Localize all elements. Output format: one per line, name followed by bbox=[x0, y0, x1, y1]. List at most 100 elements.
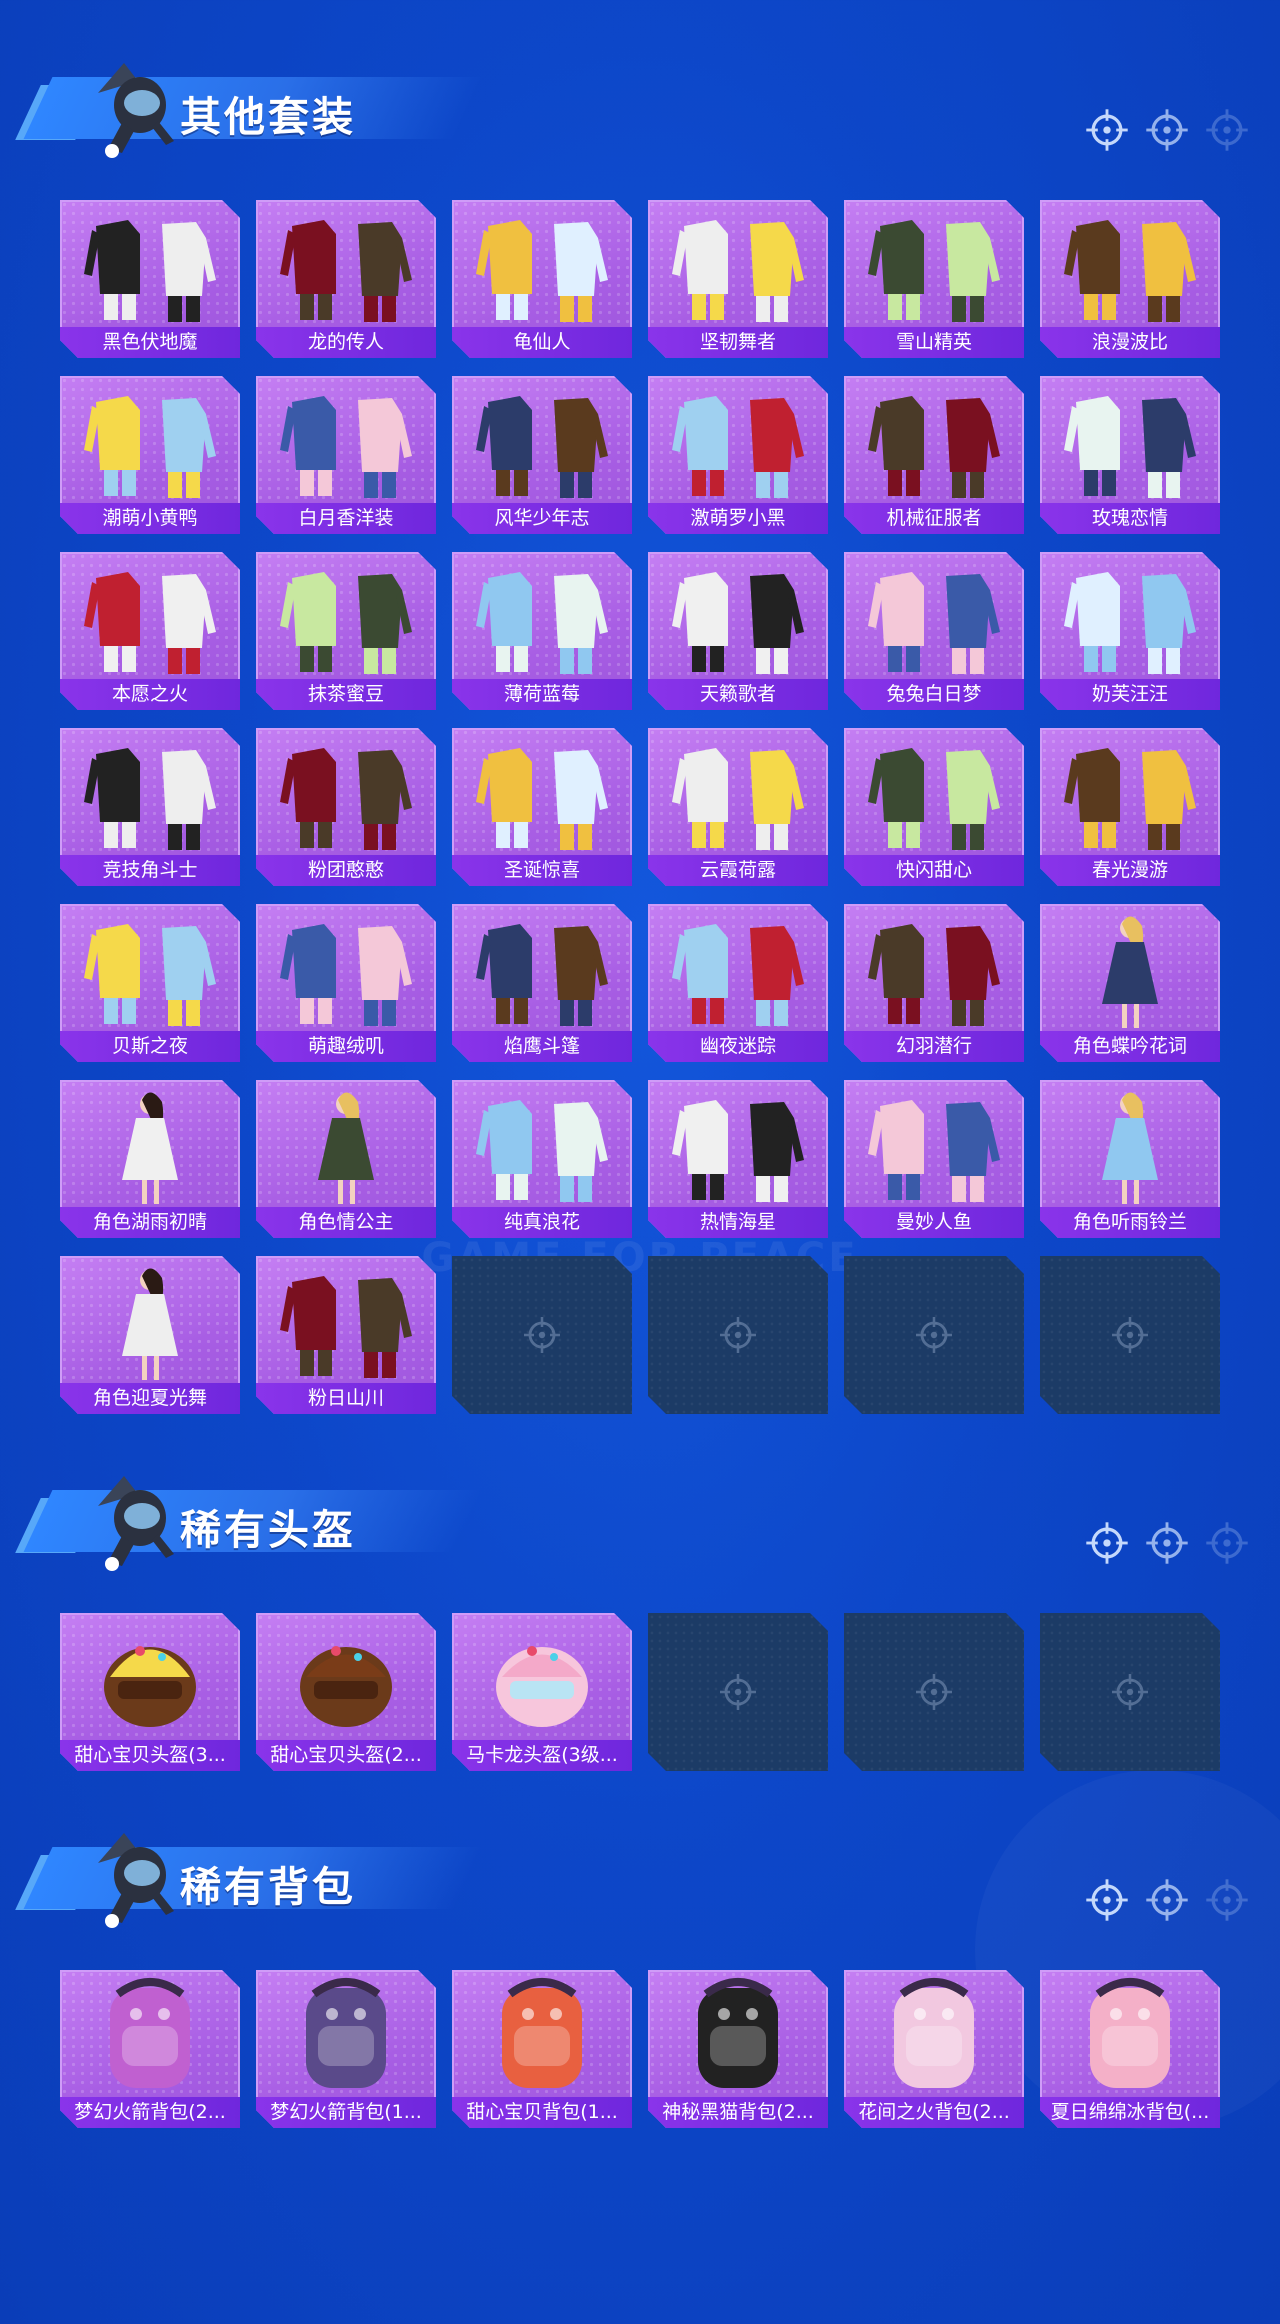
character-icon bbox=[1050, 1084, 1210, 1206]
item-name: 龟仙人 bbox=[452, 327, 632, 358]
item-card[interactable]: 天籁歌者 bbox=[648, 552, 828, 710]
item-card[interactable]: 甜心宝贝头盔(2... bbox=[256, 1613, 436, 1771]
item-card[interactable]: 角色湖雨初晴 bbox=[60, 1080, 240, 1238]
item-card[interactable]: 兔兔白日梦 bbox=[844, 552, 1024, 710]
empty-slot bbox=[452, 1256, 632, 1414]
item-card[interactable]: 曼妙人鱼 bbox=[844, 1080, 1024, 1238]
crosshair-icon bbox=[1144, 1877, 1190, 1923]
item-card[interactable]: 角色蝶吟花词 bbox=[1040, 904, 1220, 1062]
item-card[interactable]: 龟仙人 bbox=[452, 200, 632, 358]
empty-slot bbox=[648, 1256, 828, 1414]
item-name: 角色迎夏光舞 bbox=[60, 1383, 240, 1414]
item-name: 萌趣绒叽 bbox=[256, 1031, 436, 1062]
mascot-icon bbox=[78, 1466, 188, 1576]
character-icon bbox=[266, 1084, 426, 1206]
helmet-icon bbox=[70, 1617, 230, 1739]
item-card[interactable]: 热情海星 bbox=[648, 1080, 828, 1238]
item-card[interactable]: 竞技角斗士 bbox=[60, 728, 240, 886]
item-card[interactable]: 神秘黑猫背包(2... bbox=[648, 1970, 828, 2128]
item-card[interactable]: 角色情公主 bbox=[256, 1080, 436, 1238]
item-name: 风华少年志 bbox=[452, 503, 632, 534]
item-card[interactable]: 云霞荷露 bbox=[648, 728, 828, 886]
outfit-icon bbox=[854, 204, 1014, 326]
outfit-icon bbox=[266, 908, 426, 1030]
item-card[interactable]: 花间之火背包(2... bbox=[844, 1970, 1024, 2128]
backpack-icon bbox=[1050, 1974, 1210, 2096]
item-name: 幻羽潜行 bbox=[844, 1031, 1024, 1062]
crosshair-icon bbox=[718, 1672, 758, 1712]
item-card[interactable]: 幻羽潜行 bbox=[844, 904, 1024, 1062]
item-name: 角色湖雨初晴 bbox=[60, 1207, 240, 1238]
section-header: 其他套装 bbox=[15, 45, 1278, 165]
item-card[interactable]: 角色迎夏光舞 bbox=[60, 1256, 240, 1414]
item-card[interactable]: 奶芙汪汪 bbox=[1040, 552, 1220, 710]
outfit-icon bbox=[70, 732, 230, 854]
outfit-icon bbox=[70, 204, 230, 326]
item-card[interactable]: 玫瑰恋情 bbox=[1040, 376, 1220, 534]
item-card[interactable]: 浪漫波比 bbox=[1040, 200, 1220, 358]
item-card[interactable]: 春光漫游 bbox=[1040, 728, 1220, 886]
item-card[interactable]: 萌趣绒叽 bbox=[256, 904, 436, 1062]
item-card[interactable]: 贝斯之夜 bbox=[60, 904, 240, 1062]
outfit-icon bbox=[854, 556, 1014, 678]
item-card[interactable]: 梦幻火箭背包(2... bbox=[60, 1970, 240, 2128]
item-card[interactable]: 机械征服者 bbox=[844, 376, 1024, 534]
item-card[interactable]: 幽夜迷踪 bbox=[648, 904, 828, 1062]
item-card[interactable]: 抹茶蜜豆 bbox=[256, 552, 436, 710]
item-card[interactable]: 纯真浪花 bbox=[452, 1080, 632, 1238]
outfit-icon bbox=[266, 1260, 426, 1382]
item-card[interactable]: 坚韧舞者 bbox=[648, 200, 828, 358]
item-card[interactable]: 雪山精英 bbox=[844, 200, 1024, 358]
item-card[interactable]: 圣诞惊喜 bbox=[452, 728, 632, 886]
outfit-icon bbox=[658, 1084, 818, 1206]
item-card[interactable]: 粉日山川 bbox=[256, 1256, 436, 1414]
crosshair-icon bbox=[914, 1672, 954, 1712]
item-name: 抹茶蜜豆 bbox=[256, 679, 436, 710]
item-card[interactable]: 甜心宝贝背包(1... bbox=[452, 1970, 632, 2128]
item-card[interactable]: 夏日绵绵冰背包(... bbox=[1040, 1970, 1220, 2128]
item-card[interactable]: 粉团憨憨 bbox=[256, 728, 436, 886]
item-card[interactable]: 快闪甜心 bbox=[844, 728, 1024, 886]
item-name: 角色蝶吟花词 bbox=[1040, 1031, 1220, 1062]
item-name: 奶芙汪汪 bbox=[1040, 679, 1220, 710]
outfit-icon bbox=[266, 556, 426, 678]
outfit-icon bbox=[462, 1084, 622, 1206]
item-name: 甜心宝贝背包(1... bbox=[452, 2097, 632, 2128]
item-card[interactable]: 薄荷蓝莓 bbox=[452, 552, 632, 710]
item-card[interactable]: 潮萌小黄鸭 bbox=[60, 376, 240, 534]
item-card[interactable]: 焰鹰斗篷 bbox=[452, 904, 632, 1062]
item-name: 黑色伏地魔 bbox=[60, 327, 240, 358]
crosshair-icon bbox=[1204, 1520, 1250, 1566]
item-card[interactable]: 白月香洋装 bbox=[256, 376, 436, 534]
item-card[interactable]: 激萌罗小黑 bbox=[648, 376, 828, 534]
empty-slot bbox=[1040, 1613, 1220, 1771]
item-name: 神秘黑猫背包(2... bbox=[648, 2097, 828, 2128]
item-name: 快闪甜心 bbox=[844, 855, 1024, 886]
crosshair-icon bbox=[1084, 1877, 1130, 1923]
crosshair-icon bbox=[1144, 107, 1190, 153]
item-card[interactable]: 本愿之火 bbox=[60, 552, 240, 710]
item-card[interactable]: 甜心宝贝头盔(3... bbox=[60, 1613, 240, 1771]
crosshair-icon bbox=[1144, 1520, 1190, 1566]
item-name: 粉日山川 bbox=[256, 1383, 436, 1414]
item-card[interactable]: 梦幻火箭背包(1... bbox=[256, 1970, 436, 2128]
item-card[interactable]: 马卡龙头盔(3级... bbox=[452, 1613, 632, 1771]
item-name: 梦幻火箭背包(1... bbox=[256, 2097, 436, 2128]
item-name: 焰鹰斗篷 bbox=[452, 1031, 632, 1062]
item-name: 幽夜迷踪 bbox=[648, 1031, 828, 1062]
character-icon bbox=[1050, 908, 1210, 1030]
crosshair-icon bbox=[1084, 107, 1130, 153]
outfit-icon bbox=[1050, 556, 1210, 678]
item-name: 角色情公主 bbox=[256, 1207, 436, 1238]
outfit-icon bbox=[266, 380, 426, 502]
item-name: 甜心宝贝头盔(3... bbox=[60, 1740, 240, 1771]
item-card[interactable]: 龙的传人 bbox=[256, 200, 436, 358]
outfit-icon bbox=[70, 556, 230, 678]
item-card[interactable]: 风华少年志 bbox=[452, 376, 632, 534]
item-name: 云霞荷露 bbox=[648, 855, 828, 886]
item-card[interactable]: 角色听雨铃兰 bbox=[1040, 1080, 1220, 1238]
outfit-icon bbox=[854, 908, 1014, 1030]
outfit-icon bbox=[854, 732, 1014, 854]
item-name: 浪漫波比 bbox=[1040, 327, 1220, 358]
item-card[interactable]: 黑色伏地魔 bbox=[60, 200, 240, 358]
